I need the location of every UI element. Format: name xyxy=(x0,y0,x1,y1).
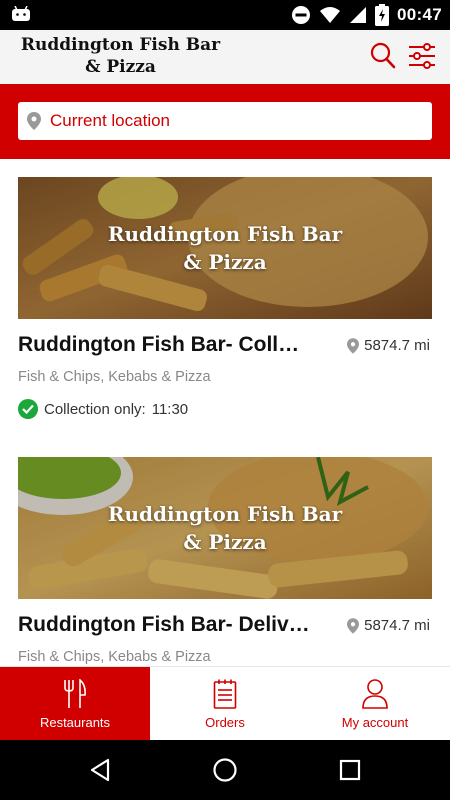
restaurant-name[interactable]: Ruddington Fish Bar- Delivery xyxy=(18,613,310,637)
search-icon[interactable] xyxy=(370,42,396,70)
app-title: Ruddington Fish Bar & Pizza xyxy=(18,34,223,78)
status-time: 11:30 xyxy=(151,400,189,418)
bottom-navigation: Restaurants Orders My account xyxy=(0,666,450,741)
brand-line2: & Pizza xyxy=(183,250,267,274)
nav-label: My account xyxy=(341,715,409,730)
user-icon xyxy=(362,679,388,709)
app-title-line1: Ruddington Fish Bar xyxy=(20,35,221,55)
restaurant-cuisine: Fish & Chips, Kebabs & Pizza xyxy=(18,649,211,665)
location-placeholder: Current location xyxy=(50,111,171,130)
system-navigation-bar xyxy=(0,740,450,800)
restaurant-list[interactable]: Ruddington Fish Bar & Pizza Ruddington F… xyxy=(0,159,450,666)
android-icon xyxy=(12,6,30,21)
nav-restaurants[interactable]: Restaurants xyxy=(0,667,150,741)
filter-sliders-icon[interactable] xyxy=(408,42,436,70)
restaurant-name[interactable]: Ruddington Fish Bar- Collection xyxy=(18,333,310,357)
status-label: Collection only: xyxy=(44,400,146,418)
location-bar: Current location xyxy=(0,84,450,159)
restaurant-cuisine: Fish & Chips, Kebabs & Pizza xyxy=(18,369,211,385)
app-header: Ruddington Fish Bar & Pizza xyxy=(0,30,450,84)
restaurant-brand-overlay: Ruddington Fish Bar & Pizza xyxy=(18,177,432,319)
fork-knife-icon xyxy=(64,679,86,708)
location-input[interactable]: Current location xyxy=(18,102,432,140)
status-bar: 00:47 xyxy=(0,0,450,30)
clock-time: 00:47 xyxy=(397,5,442,24)
nav-label: Restaurants xyxy=(39,715,111,730)
app-title-line2: & Pizza xyxy=(85,57,156,77)
restaurant-image: Ruddington Fish Bar & Pizza xyxy=(18,457,432,599)
nav-orders[interactable]: Orders xyxy=(150,667,300,741)
restaurant-card[interactable]: Ruddington Fish Bar & Pizza Ruddington F… xyxy=(18,177,432,419)
restaurant-image: Ruddington Fish Bar & Pizza xyxy=(18,177,432,319)
map-pin-icon xyxy=(347,337,360,354)
restaurant-status: Collection only: 11:30 xyxy=(18,399,188,419)
nav-label: Orders xyxy=(205,715,245,730)
restaurant-distance: 5874.7 mi xyxy=(347,617,430,634)
receipt-icon xyxy=(213,679,237,709)
restaurant-distance: 5874.7 mi xyxy=(347,337,430,354)
back-icon[interactable] xyxy=(88,757,114,783)
distance-value: 5874.7 mi xyxy=(364,337,430,354)
wifi-icon xyxy=(320,7,341,23)
brand-line1: Ruddington Fish Bar xyxy=(107,222,343,246)
distance-value: 5874.7 mi xyxy=(364,617,430,634)
recent-apps-icon[interactable] xyxy=(337,757,363,783)
nav-my-account[interactable]: My account xyxy=(300,667,450,741)
signal-icon xyxy=(350,7,367,23)
map-pin-icon xyxy=(347,617,360,634)
brand-line2: & Pizza xyxy=(183,530,267,554)
brand-line1: Ruddington Fish Bar xyxy=(107,502,343,526)
battery-charging-icon xyxy=(375,4,390,26)
map-pin-icon xyxy=(27,112,41,130)
do-not-disturb-icon xyxy=(292,6,311,24)
restaurant-brand-overlay: Ruddington Fish Bar & Pizza xyxy=(18,457,432,599)
check-circle-icon xyxy=(18,399,38,419)
home-icon[interactable] xyxy=(212,757,238,783)
restaurant-card[interactable]: Ruddington Fish Bar & Pizza Ruddington F… xyxy=(18,457,432,665)
